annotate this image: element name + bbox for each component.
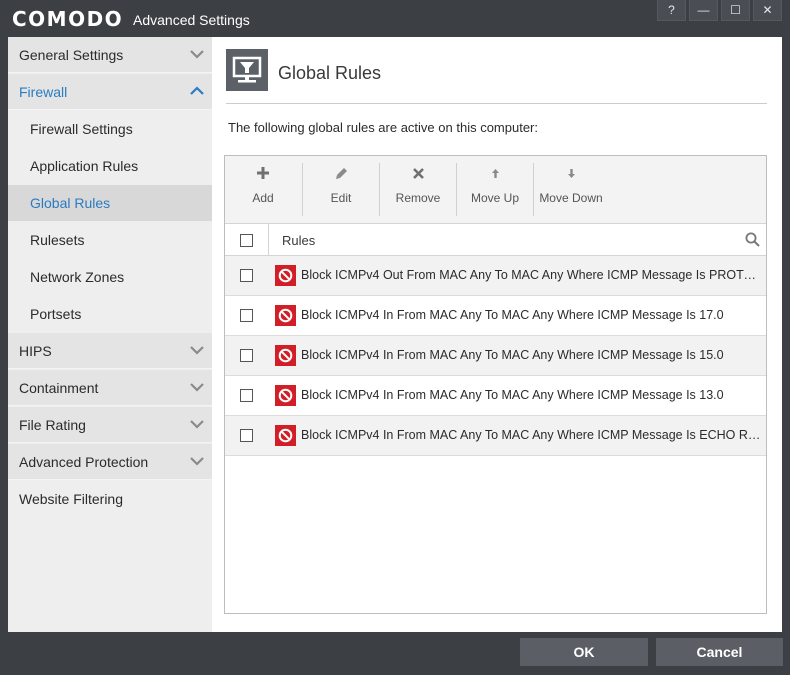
settings-panel: General Settings Firewall Firewall Setti…: [8, 37, 782, 632]
select-all-checkbox[interactable]: [240, 234, 253, 247]
sidebar-item-label: HIPS: [19, 342, 52, 359]
column-divider: [268, 224, 269, 255]
remove-label: Remove: [395, 191, 441, 205]
sidebar-item-application-rules[interactable]: Application Rules: [8, 148, 212, 184]
arrow-down-icon: [564, 166, 578, 180]
maximize-button[interactable]: ☐: [721, 0, 750, 21]
rules-table: Add Edit Remove Move Up Move Down Rules …: [224, 155, 767, 614]
sidebar-item-advanced-protection[interactable]: Advanced Protection: [8, 444, 212, 480]
move-down-label: Move Down: [539, 191, 603, 205]
main-content: Global Rules The following global rules …: [212, 37, 782, 632]
block-icon: [275, 385, 296, 406]
block-icon: [275, 305, 296, 326]
table-row[interactable]: Block ICMPv4 In From MAC Any To MAC Any …: [225, 336, 766, 376]
sidebar-item-label: Application Rules: [30, 158, 139, 174]
chevron-down-icon: [190, 50, 204, 59]
sidebar-item-hips[interactable]: HIPS: [8, 333, 212, 369]
sidebar-item-label: Network Zones: [30, 269, 125, 285]
sidebar-item-label: General Settings: [19, 46, 124, 63]
sidebar-item-file-rating[interactable]: File Rating: [8, 407, 212, 443]
row-checkbox[interactable]: [240, 269, 253, 282]
help-button[interactable]: ?: [657, 0, 686, 21]
rule-text: Block ICMPv4 Out From MAC Any To MAC Any…: [301, 268, 764, 282]
sidebar-item-label: File Rating: [19, 416, 86, 433]
row-checkbox[interactable]: [240, 309, 253, 322]
chevron-down-icon: [190, 383, 204, 392]
sidebar-item-website-filtering[interactable]: Website Filtering: [8, 481, 212, 517]
table-header: Rules: [225, 223, 766, 256]
plus-icon: [256, 166, 270, 180]
row-checkbox[interactable]: [240, 349, 253, 362]
search-icon[interactable]: [745, 232, 760, 247]
pencil-icon: [334, 166, 348, 180]
sidebar-item-label: Rulesets: [30, 232, 85, 248]
block-icon: [275, 265, 296, 286]
minimize-button[interactable]: —: [689, 0, 718, 21]
sidebar-item-global-rules[interactable]: Global Rules: [8, 185, 212, 221]
table-row[interactable]: Block ICMPv4 Out From MAC Any To MAC Any…: [225, 256, 766, 296]
app-logo: COMODO: [12, 7, 124, 31]
rules-toolbar: Add Edit Remove Move Up Move Down: [225, 156, 766, 223]
rule-text: Block ICMPv4 In From MAC Any To MAC Any …: [301, 348, 724, 362]
move-down-button[interactable]: Move Down: [534, 156, 608, 223]
title-bar: COMODO Advanced Settings ? — ☐ ✕: [0, 0, 790, 37]
block-icon: [275, 425, 296, 446]
sidebar-item-general-settings[interactable]: General Settings: [8, 37, 212, 73]
table-row[interactable]: Block ICMPv4 In From MAC Any To MAC Any …: [225, 376, 766, 416]
sidebar-item-firewall[interactable]: Firewall: [8, 74, 212, 110]
sidebar-item-label: Portsets: [30, 306, 82, 322]
rule-text: Block ICMPv4 In From MAC Any To MAC Any …: [301, 308, 724, 322]
arrow-up-icon: [488, 166, 502, 180]
sidebar-item-label: Firewall: [19, 83, 68, 100]
chevron-down-icon: [190, 420, 204, 429]
x-icon: [411, 166, 425, 180]
sidebar: General Settings Firewall Firewall Setti…: [8, 37, 212, 632]
remove-button[interactable]: Remove: [380, 156, 456, 223]
sidebar-item-label: Global Rules: [30, 195, 111, 211]
sidebar-item-label: Advanced Protection: [19, 453, 149, 470]
sidebar-item-label: Containment: [19, 379, 99, 396]
move-up-button[interactable]: Move Up: [457, 156, 533, 223]
edit-label: Edit: [330, 191, 352, 205]
page-description: The following global rules are active on…: [228, 120, 538, 135]
block-icon: [275, 345, 296, 366]
monitor-filter-icon: [226, 49, 268, 91]
rule-text: Block ICMPv4 In From MAC Any To MAC Any …: [301, 388, 724, 402]
chevron-up-icon: [190, 86, 204, 95]
sidebar-item-rulesets[interactable]: Rulesets: [8, 222, 212, 258]
row-checkbox[interactable]: [240, 429, 253, 442]
table-row[interactable]: Block ICMPv4 In From MAC Any To MAC Any …: [225, 296, 766, 336]
sidebar-item-firewall-settings[interactable]: Firewall Settings: [8, 111, 212, 147]
cancel-button[interactable]: Cancel: [656, 638, 783, 666]
add-button[interactable]: Add: [225, 156, 301, 223]
sidebar-item-portsets[interactable]: Portsets: [8, 296, 212, 332]
divider: [226, 103, 767, 104]
column-header-rules[interactable]: Rules: [282, 233, 315, 248]
rule-text: Block ICMPv4 In From MAC Any To MAC Any …: [301, 428, 764, 442]
edit-button[interactable]: Edit: [303, 156, 379, 223]
window-title: Advanced Settings: [133, 12, 250, 28]
move-up-label: Move Up: [470, 191, 520, 205]
sidebar-item-network-zones[interactable]: Network Zones: [8, 259, 212, 295]
chevron-down-icon: [190, 346, 204, 355]
close-button[interactable]: ✕: [753, 0, 782, 21]
page-title: Global Rules: [278, 63, 382, 83]
add-label: Add: [252, 191, 274, 205]
ok-button[interactable]: OK: [520, 638, 648, 666]
sidebar-item-label: Firewall Settings: [30, 121, 133, 137]
row-checkbox[interactable]: [240, 389, 253, 402]
sidebar-item-containment[interactable]: Containment: [8, 370, 212, 406]
table-row[interactable]: Block ICMPv4 In From MAC Any To MAC Any …: [225, 416, 766, 456]
window-controls: ? — ☐ ✕: [657, 0, 782, 21]
chevron-down-icon: [190, 457, 204, 466]
sidebar-item-label: Website Filtering: [19, 491, 124, 507]
